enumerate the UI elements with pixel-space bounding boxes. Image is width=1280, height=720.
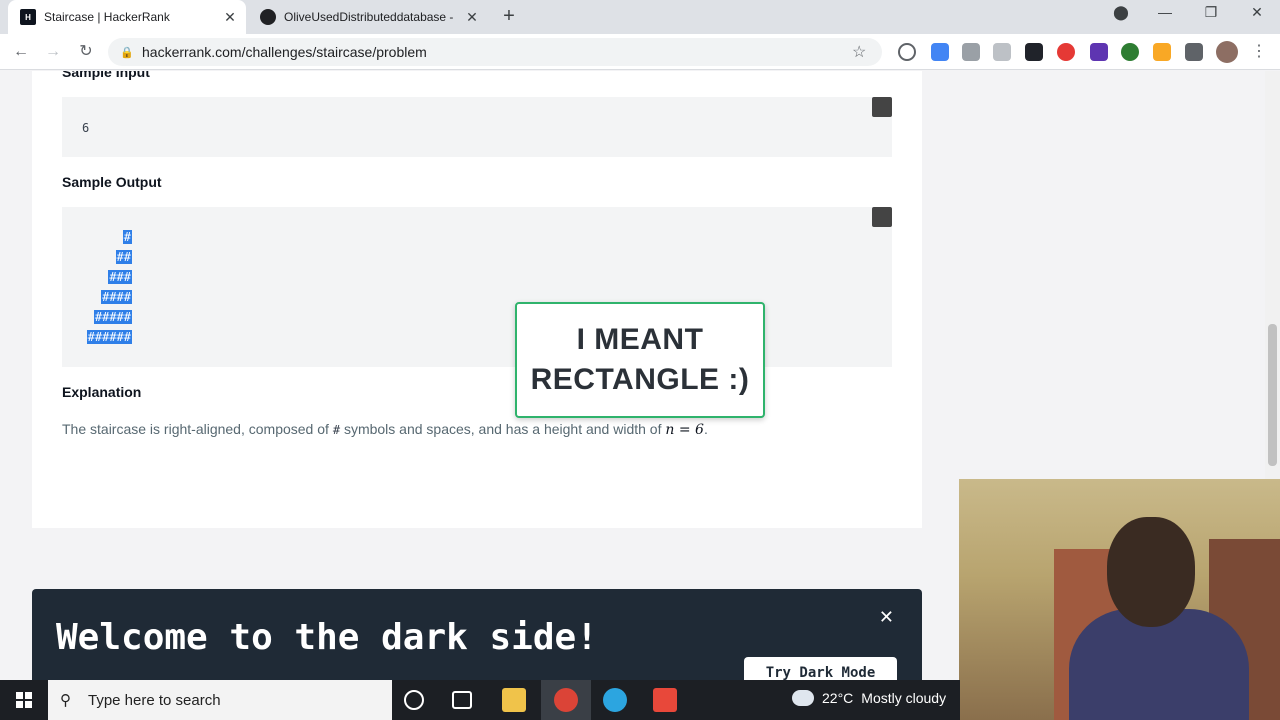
scrollbar-thumb[interactable] <box>1268 324 1277 466</box>
weather-temp: 22°C <box>822 690 854 706</box>
lock-icon: 🔒 <box>120 46 134 59</box>
dark-mode-banner: Welcome to the dark side! ✕ Try Dark Mod… <box>32 589 922 680</box>
search-input: Type here to search <box>88 691 221 709</box>
minimize-button[interactable]: — <box>1145 4 1185 20</box>
file-explorer-icon[interactable] <box>502 688 526 712</box>
copy-icon[interactable] <box>872 97 892 117</box>
explanation-text: The staircase is right-aligned, composed… <box>62 421 708 438</box>
staircase-row: ### <box>108 270 132 284</box>
puzzle-icon[interactable] <box>1185 43 1203 61</box>
react-devtools-icon[interactable] <box>1025 43 1043 61</box>
olive-favicon-icon <box>260 9 276 25</box>
tab-title: OliveUsedDistributeddatabase - <box>284 10 454 24</box>
camera-icon[interactable] <box>993 43 1011 61</box>
extension-icon[interactable] <box>898 43 916 61</box>
sample-input-heading: Sample Input <box>62 71 150 80</box>
annotation-callout: I MEANT RECTANGLE :) <box>515 302 765 418</box>
search-icon: ⚲ <box>60 692 71 709</box>
extension-icon[interactable] <box>1090 43 1108 61</box>
staircase-row: # <box>122 230 132 244</box>
math-expression: n = 6 <box>665 422 704 438</box>
weather-text: Mostly cloudy <box>861 690 947 706</box>
tab-staircase[interactable]: H Staircase | HackerRank ✕ <box>8 0 246 34</box>
new-tab-button[interactable]: + <box>498 5 520 27</box>
banner-close-icon[interactable]: ✕ <box>879 607 894 628</box>
task-view-icon[interactable] <box>452 691 472 709</box>
browser-toolbar: ← → ↻ 🔒 hackerrank.com/challenges/stairc… <box>0 34 1280 70</box>
telegram-icon[interactable] <box>603 688 627 712</box>
staircase-row: ###### <box>86 330 132 344</box>
chrome-icon[interactable] <box>554 688 578 712</box>
restore-button[interactable]: ❐ <box>1191 4 1231 21</box>
webcam-overlay <box>959 479 1280 720</box>
extension-icon[interactable] <box>962 43 980 61</box>
window-close-button[interactable]: ✕ <box>1237 4 1277 21</box>
cloudy-weather-icon <box>792 690 814 706</box>
adblock-icon[interactable] <box>1057 43 1075 61</box>
staircase-row: #### <box>101 290 132 304</box>
bookmark-star-icon[interactable]: ☆ <box>852 42 874 62</box>
reload-icon[interactable]: ↻ <box>75 41 97 63</box>
forward-arrow-icon[interactable]: → <box>42 41 64 63</box>
tab-strip: H Staircase | HackerRank ✕ OliveUsedDist… <box>0 0 1280 34</box>
sample-input-box: 6 <box>62 97 892 157</box>
staircase-row: ## <box>115 250 132 264</box>
extension-icon[interactable] <box>1153 43 1171 61</box>
tab-close-icon[interactable]: ✕ <box>464 9 480 26</box>
profile-menu-icon[interactable]: ⬤ <box>1101 4 1141 21</box>
staircase-output: # ## ### #### ##### ###### <box>82 227 132 347</box>
windows-start-icon[interactable] <box>0 680 48 720</box>
avatar[interactable] <box>1216 41 1238 63</box>
explanation-heading: Explanation <box>62 384 142 400</box>
tab-olive-database[interactable]: OliveUsedDistributeddatabase - ✕ <box>248 0 488 34</box>
staircase-row: ##### <box>93 310 132 324</box>
address-bar[interactable]: 🔒 hackerrank.com/challenges/staircase/pr… <box>108 38 882 66</box>
back-arrow-icon[interactable]: ← <box>10 41 32 63</box>
sample-output-heading: Sample Output <box>62 174 162 190</box>
sample-output-box: # ## ### #### ##### ###### <box>62 207 892 367</box>
extension-icon[interactable] <box>931 43 949 61</box>
banner-title: Welcome to the dark side! <box>56 617 598 658</box>
try-dark-mode-button[interactable]: Try Dark Mode <box>744 657 897 680</box>
menu-dots-icon[interactable]: ⋮ <box>1248 41 1270 63</box>
hackerrank-favicon-icon: H <box>20 9 36 25</box>
url-text: hackerrank.com/challenges/staircase/prob… <box>142 44 427 60</box>
sample-input-value: 6 <box>82 121 90 135</box>
weather-widget[interactable]: 22°C Mostly cloudy <box>792 690 946 706</box>
copy-icon[interactable] <box>872 207 892 227</box>
cortana-icon[interactable] <box>404 690 424 710</box>
app-icon[interactable] <box>653 688 677 712</box>
tab-close-icon[interactable]: ✕ <box>222 9 238 26</box>
extension-icon[interactable] <box>1121 43 1139 61</box>
windows-taskbar: ⚲ Type here to search 22°C Mostly cloudy <box>0 680 960 720</box>
taskbar-search[interactable]: ⚲ Type here to search <box>48 680 392 720</box>
tab-title: Staircase | HackerRank <box>44 10 170 24</box>
